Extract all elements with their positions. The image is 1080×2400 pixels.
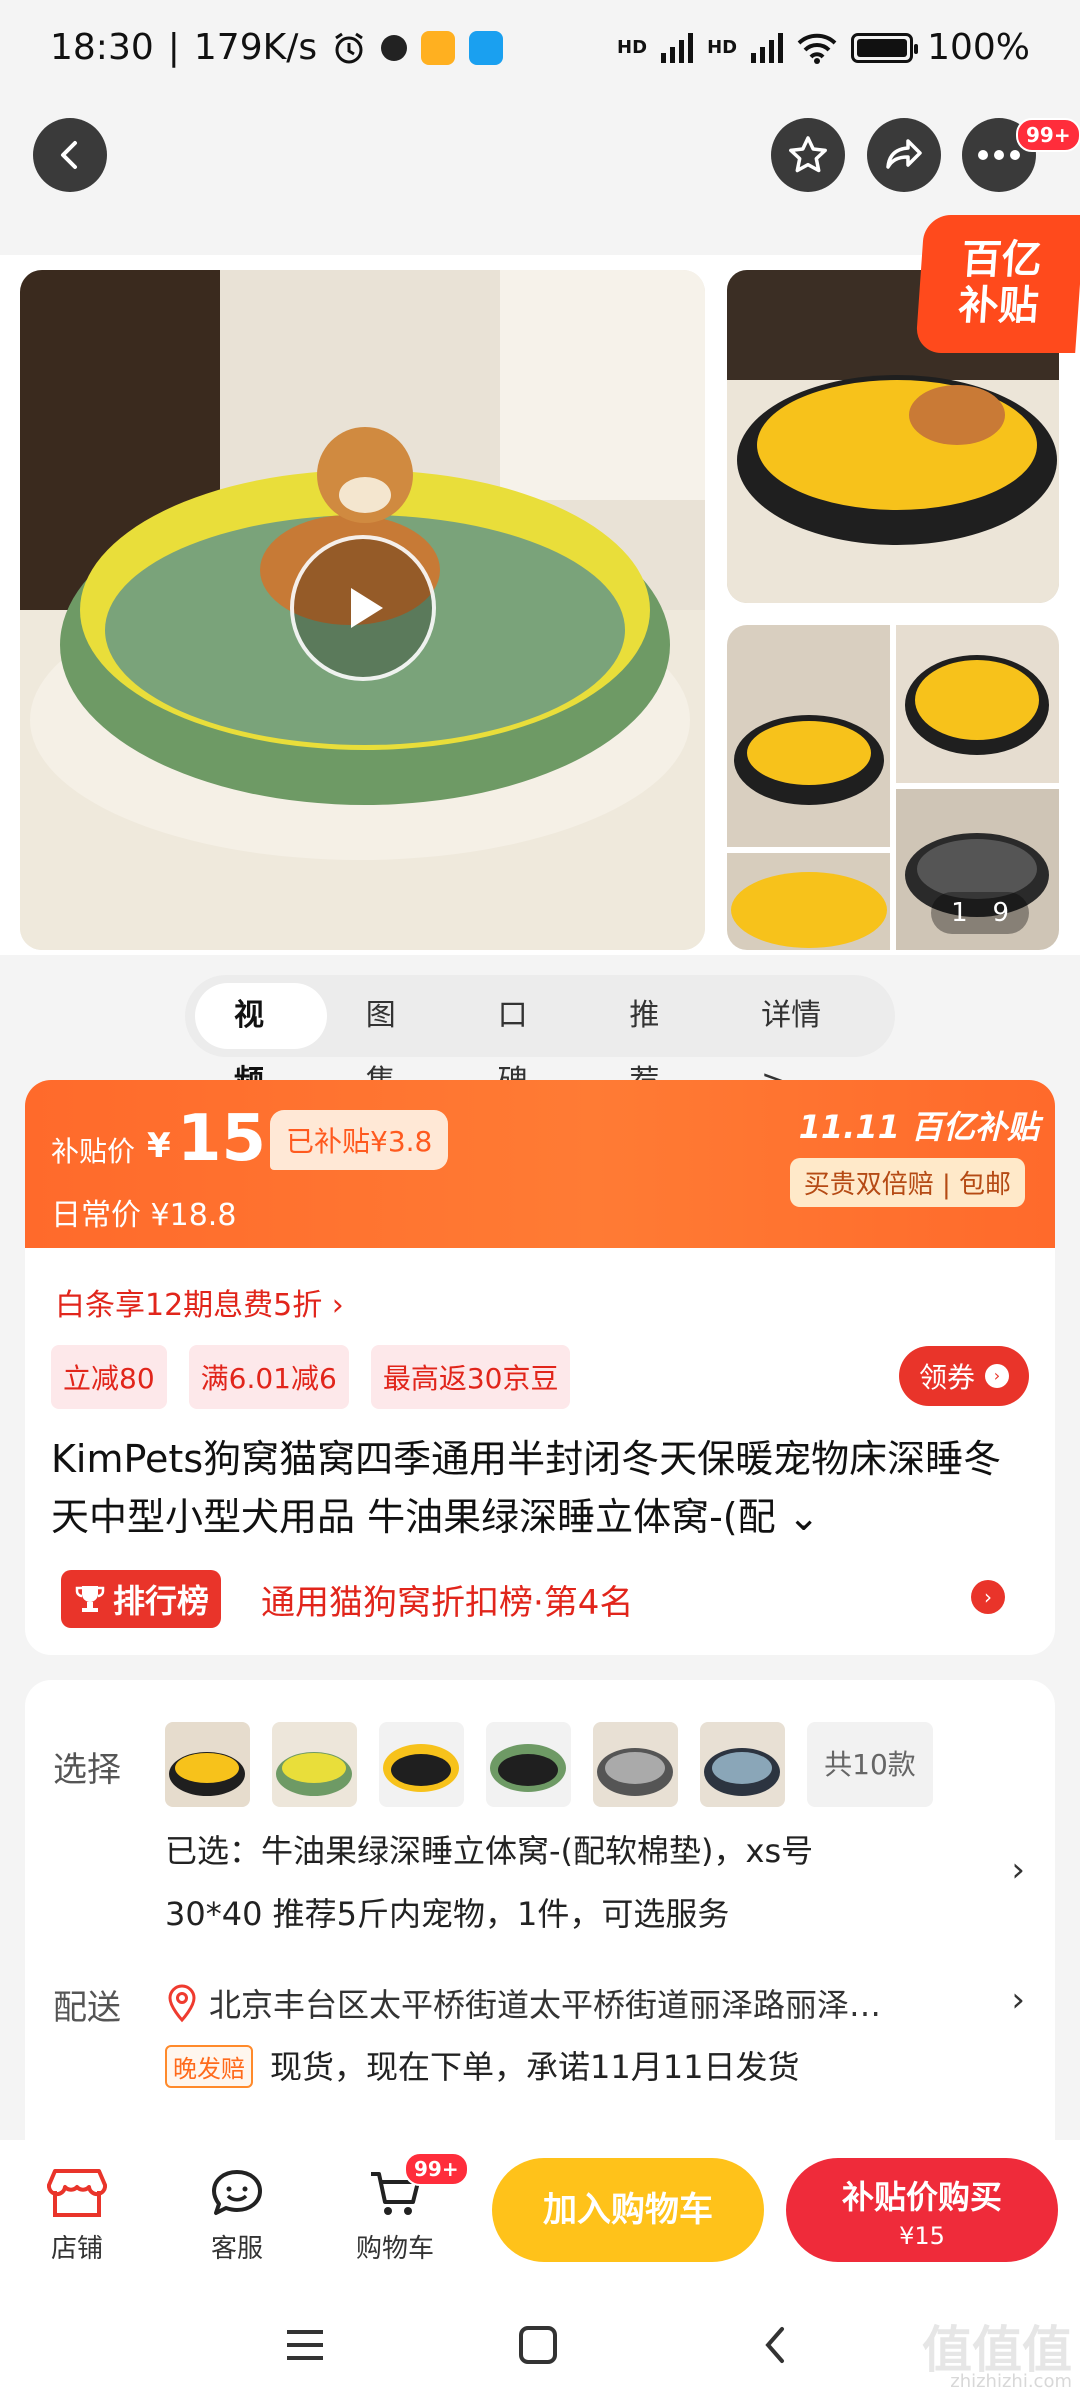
media-gallery: 1 9 [0,255,1080,955]
play-button[interactable] [290,535,436,681]
recent-apps-button[interactable] [275,2315,335,2375]
variant-thumbnail [379,1722,464,1807]
coupon-tag[interactable]: 立减80 [51,1345,167,1409]
image-counter: 1 9 [931,892,1029,934]
options-card: 选择 共10款 已选：牛油果绿深睡立体窝-(配软棉垫)，xs号 30*40 推荐… [25,1680,1055,2140]
coupon-tag[interactable]: 满6.01减6 [188,1345,349,1409]
variant-swatches: 共10款 [165,1722,933,1807]
credit-installment-link[interactable]: 白条享12期息费5折 › [55,1280,344,1324]
currency-symbol: ¥ [147,1126,171,1166]
net-speed: 179K/s [193,27,318,68]
variant-swatch[interactable] [593,1722,678,1807]
status-bar: 18:30 | 179K/s HD HD 100% [50,27,1030,68]
chevron-right-icon[interactable]: › [971,1580,1005,1614]
subsidy-price-label: 补贴价 [51,1135,136,1168]
battery-level: 100% [927,27,1030,68]
cart-badge: 99+ [404,2152,469,2186]
menu-icon [287,2330,323,2360]
variant-thumbnail [700,1722,785,1807]
location-pin-icon [168,1984,196,2023]
app-notification-icon [381,34,408,61]
chevron-right-icon: › [985,1364,1009,1388]
variant-swatch[interactable] [486,1722,571,1807]
customer-service-button[interactable]: 客服 [182,2158,292,2265]
delivery-address[interactable]: 北京丰台区太平桥街道太平桥街道丽泽路丽泽… [165,1980,881,2026]
get-coupon-button[interactable]: 领券 › [898,1346,1029,1406]
app-notification-icon [469,30,504,65]
more-badge: 99+ [1016,118,1080,152]
favorite-button[interactable] [771,118,845,192]
clock: 18:30 [50,27,154,68]
watermark: 值值值 zhizhizhi.com [922,2321,1072,2392]
activity-label[interactable]: 11.11 百亿补贴 [799,1102,1039,1148]
star-icon [789,136,827,173]
tab-gallery[interactable]: 图集 [327,983,459,1099]
select-label: 选择 [53,1750,121,1790]
signal-icon [751,32,784,63]
price-card: 补贴价 ¥ 15 已补贴¥3.8 日常价 ¥18.8 11.11 百亿补贴 买贵… [25,1080,1055,1655]
more-variants-button[interactable]: 共10款 [807,1722,933,1807]
signal-hd-label: HD [707,36,738,58]
product-video[interactable] [20,270,705,950]
share-icon [886,139,922,169]
chevron-right-icon[interactable]: › [1011,1850,1025,1890]
shop-icon [47,2169,107,2217]
chevron-left-icon [61,141,77,169]
trophy-icon [75,1586,105,1612]
selected-variant[interactable]: 已选：牛油果绿深睡立体窝-(配软棉垫)，xs号 30*40 推荐5斤内宠物，1件… [165,1820,985,1946]
system-back-button[interactable] [745,2315,805,2375]
add-to-cart-button[interactable]: 加入购物车 [492,2158,764,2262]
home-square-icon [519,2326,557,2364]
late-compensation-badge: 晚发赔 [165,2045,253,2088]
price-banner: 补贴价 ¥ 15 已补贴¥3.8 日常价 ¥18.8 11.11 百亿补贴 买贵… [25,1080,1055,1248]
subsidized-amount: 已补贴¥3.8 [270,1110,449,1170]
tab-details[interactable]: 详情 > [722,983,885,1099]
play-icon [351,588,383,628]
subsidy-badge: 百亿 补贴 [915,215,1080,353]
tab-reviews[interactable]: 口碑 [459,983,591,1099]
variant-thumbnail [165,1722,250,1807]
subsidy-price: 15 [177,1102,267,1176]
alarm-icon [335,32,363,63]
shop-button[interactable]: 店铺 [22,2158,132,2265]
daily-price: 日常价 ¥18.8 [51,1198,237,1233]
coupon-tag[interactable]: 最高返30京豆 [370,1345,571,1409]
guarantee-label[interactable]: 买贵双倍赔 | 包邮 [789,1158,1025,1207]
chevron-right-icon[interactable]: › [1011,1980,1025,2020]
variant-swatch[interactable] [379,1722,464,1807]
home-button[interactable] [508,2315,568,2375]
bottom-action-bar: 店铺 客服 99+ 购物车 加入购物车 补贴价购买 ¥15 [0,2140,1080,2290]
buy-now-button[interactable]: 补贴价购买 ¥15 [786,2158,1058,2262]
content-tabs: 视频 图集 口碑 推荐 详情 > [185,975,895,1099]
delivery-label: 配送 [53,1988,121,2028]
back-button[interactable] [33,118,107,192]
coupon-list: 立减80 满6.01减6 最高返30京豆 [51,1345,571,1409]
product-title[interactable]: KimPets狗窝猫窝四季通用半封闭冬天保暖宠物床深睡冬天中型小型犬用品 牛油果… [51,1430,1036,1546]
wifi-icon [797,33,837,64]
variant-thumbnail [486,1722,571,1807]
ranking-badge[interactable]: 排行榜 [61,1570,222,1628]
variant-thumbnail [593,1722,678,1807]
ranking-text[interactable]: 通用猫狗窝折扣榜·第4名 [261,1575,633,1624]
chevron-left-icon [765,2327,784,2363]
battery-icon [851,32,919,63]
variant-thumbnail [272,1722,357,1807]
signal-hd-label: HD [617,36,648,58]
chat-smile-icon [212,2170,262,2215]
tab-recommend[interactable]: 推荐 [590,983,722,1099]
shipping-promise: 现货，现在下单，承诺11月11日发货 [270,2048,800,2086]
system-nav-bar: 值值值 zhizhizhi.com [0,2290,1080,2400]
signal-icon [661,32,694,63]
variant-swatch[interactable] [272,1722,357,1807]
tab-video[interactable]: 视频 [195,983,327,1099]
variant-swatch[interactable] [165,1722,250,1807]
cart-button[interactable]: 99+ 购物车 [340,2152,469,2265]
more-dots-icon [978,150,1020,160]
product-thumbnail-grid[interactable]: 1 9 [727,625,1059,950]
variant-swatch[interactable] [700,1722,785,1807]
share-button[interactable] [867,118,941,192]
app-notification-icon [421,30,456,65]
